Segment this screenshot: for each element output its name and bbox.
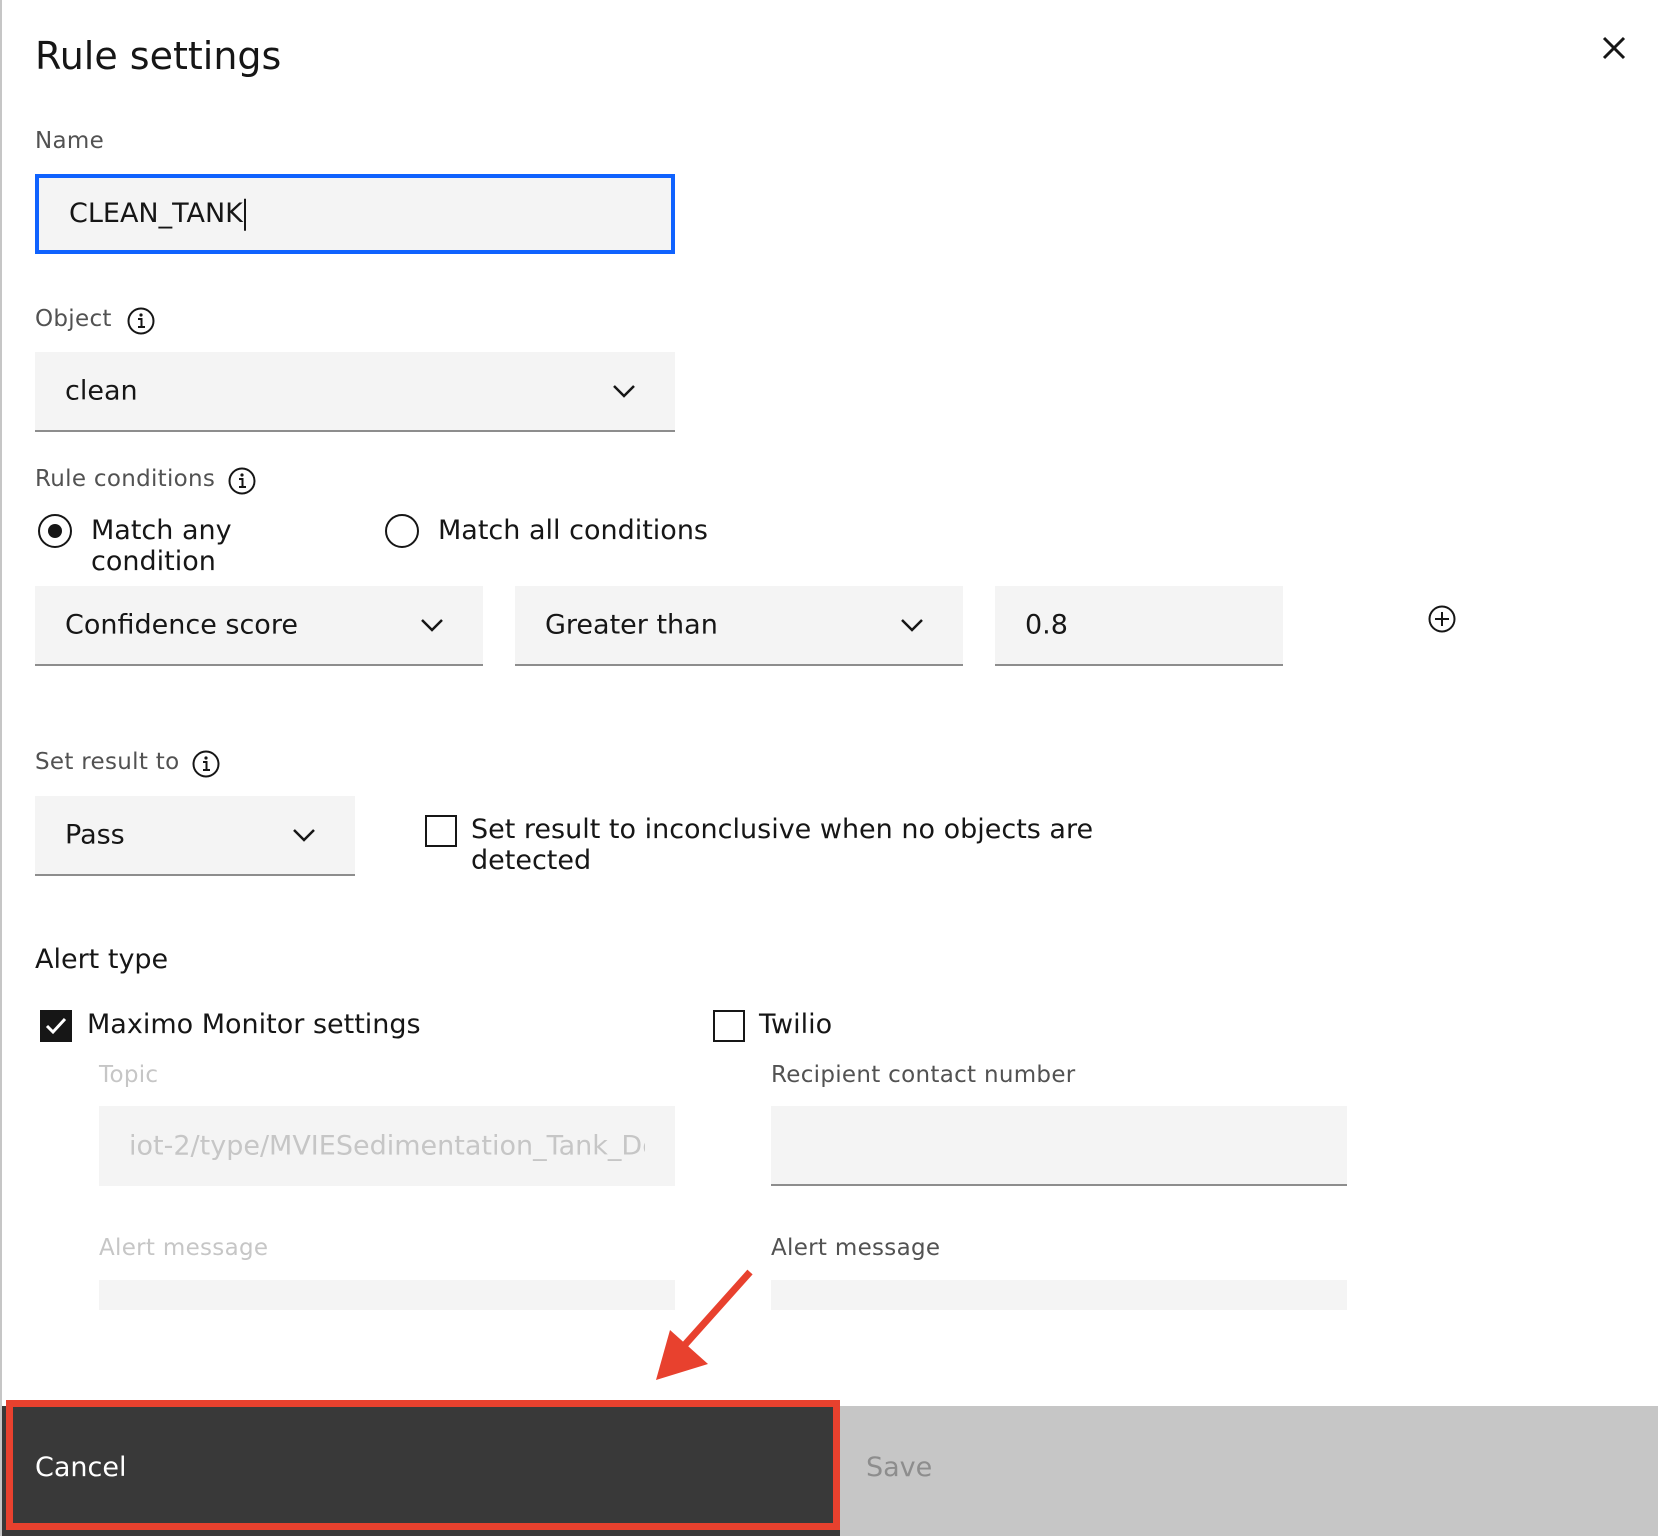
maximo-monitor-checkbox[interactable]: Maximo Monitor settings	[40, 1009, 460, 1049]
twilio-label: Twilio	[759, 1009, 833, 1040]
checkbox-checked[interactable]	[40, 1010, 72, 1042]
condition-value-text: 0.8	[1025, 609, 1068, 641]
object-select-value: clean	[65, 375, 138, 407]
alert-type-heading: Alert type	[35, 944, 169, 975]
topic-input-value: iot-2/type/MVIESedimentation_Tank_De	[129, 1130, 645, 1162]
recipient-contact-input[interactable]	[771, 1106, 1347, 1186]
checkbox[interactable]	[425, 815, 457, 847]
radio-match-all[interactable]: Match all conditions	[385, 514, 725, 554]
condition-operator-select[interactable]: Greater than	[515, 586, 963, 666]
text-cursor	[243, 198, 246, 231]
arrow-annotation-icon	[656, 1269, 753, 1380]
result-select[interactable]: Pass	[35, 796, 355, 876]
rule-conditions-label: Rule conditions	[35, 466, 216, 492]
object-select[interactable]: clean	[35, 352, 675, 432]
cancel-button[interactable]: Cancel	[2, 1406, 840, 1536]
name-input-value: CLEAN_TANK	[69, 198, 246, 231]
radio-selected-dot	[48, 524, 62, 538]
condition-metric-value: Confidence score	[65, 609, 298, 641]
maximo-alert-message-label: Alert message	[99, 1235, 269, 1261]
save-button[interactable]: Save	[840, 1406, 1658, 1536]
rule-settings-dialog: Rule settings Name CLEAN_TANK Object cle…	[0, 0, 1658, 1536]
topic-label: Topic	[99, 1062, 159, 1088]
chevron-down-icon	[293, 829, 315, 842]
add-circle-icon[interactable]	[1427, 604, 1457, 634]
chevron-down-icon	[613, 385, 635, 398]
info-icon[interactable]	[191, 749, 221, 779]
checkmark-icon	[45, 1017, 67, 1035]
twilio-alert-message-input[interactable]	[771, 1280, 1347, 1310]
dialog-title: Rule settings	[35, 34, 282, 78]
checkbox[interactable]	[713, 1010, 745, 1042]
condition-value-input[interactable]: 0.8	[995, 586, 1283, 666]
name-input[interactable]: CLEAN_TANK	[35, 174, 675, 254]
condition-operator-value: Greater than	[545, 609, 718, 641]
twilio-checkbox[interactable]: Twilio	[713, 1009, 913, 1049]
info-icon[interactable]	[126, 306, 156, 336]
radio-match-any[interactable]: Match any condition	[38, 514, 358, 577]
close-icon	[1602, 36, 1626, 60]
chevron-down-icon	[421, 619, 443, 632]
topic-input[interactable]: iot-2/type/MVIESedimentation_Tank_De	[99, 1106, 675, 1186]
recipient-contact-label: Recipient contact number	[771, 1062, 1076, 1088]
info-icon[interactable]	[227, 466, 257, 496]
radio-button[interactable]	[38, 514, 72, 548]
result-select-value: Pass	[65, 819, 125, 851]
condition-metric-select[interactable]: Confidence score	[35, 586, 483, 666]
twilio-alert-message-label: Alert message	[771, 1235, 941, 1261]
cancel-button-label: Cancel	[35, 1452, 127, 1483]
maximo-alert-message-input[interactable]	[99, 1280, 675, 1310]
name-label: Name	[35, 128, 105, 154]
radio-button[interactable]	[385, 514, 419, 548]
inconclusive-checkbox-label: Set result to inconclusive when no objec…	[471, 814, 1094, 876]
inconclusive-checkbox[interactable]: Set result to inconclusive when no objec…	[425, 814, 1205, 876]
radio-label: Match any condition	[91, 515, 232, 577]
maximo-monitor-label: Maximo Monitor settings	[87, 1009, 421, 1040]
set-result-label: Set result to	[35, 749, 180, 775]
save-button-label: Save	[866, 1452, 933, 1483]
chevron-down-icon	[901, 619, 923, 632]
object-label: Object	[35, 306, 112, 332]
close-button[interactable]	[1594, 28, 1634, 68]
radio-label: Match all conditions	[438, 515, 708, 546]
